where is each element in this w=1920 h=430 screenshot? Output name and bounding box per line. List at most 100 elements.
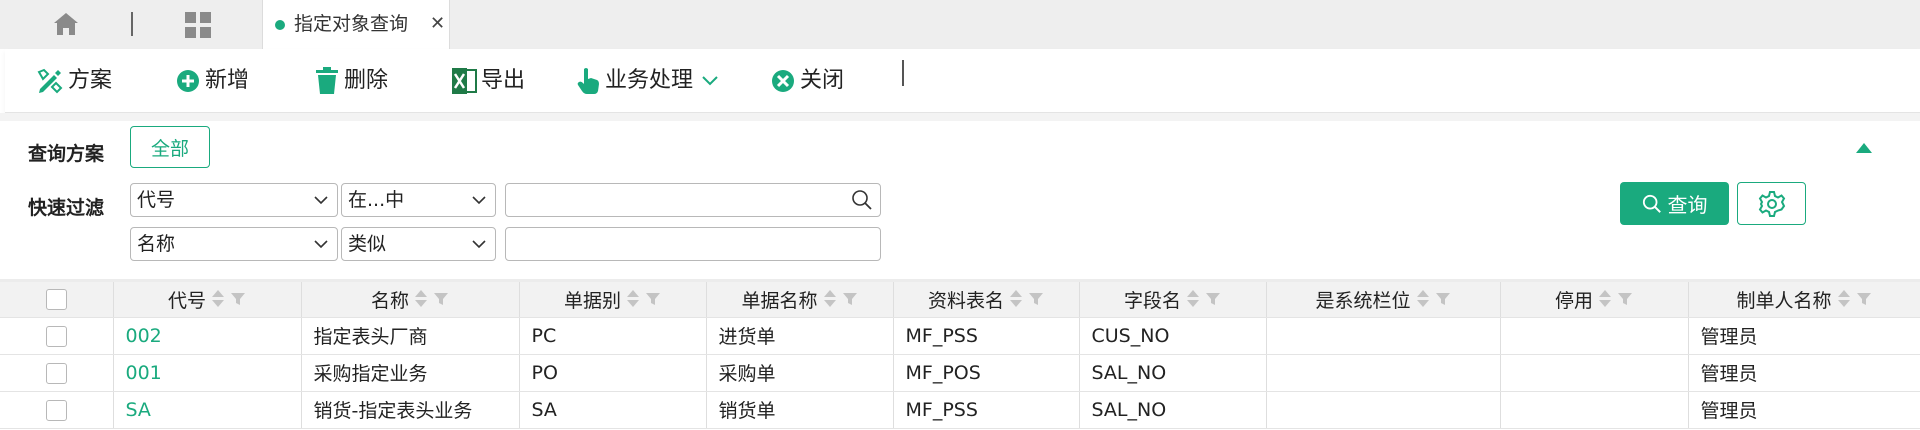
data-table: 代号 名称 单据别 单据名称 资料表名 字段名 是系统栏位 停用 制单人名称 0… [0,282,1920,429]
plan-button[interactable]: 方案 [36,65,112,97]
filter-funnel-icon[interactable] [1028,291,1044,307]
export-label: 导出 [481,68,526,93]
business-menu-button[interactable]: 业务处理 [577,65,719,97]
filter-field-select-2[interactable]: 名称 [130,227,338,261]
cell-system-field [1266,391,1501,429]
col-header-field-name[interactable]: 字段名 [1079,282,1267,318]
cell-doc-name: 进货单 [706,317,894,355]
plan-label: 方案 [68,68,113,93]
cell-code[interactable]: SA [113,391,302,429]
filter-funnel-icon[interactable] [433,291,449,307]
quick-filter-label: 快速过滤 [28,197,105,219]
chevron-down-icon [472,196,486,205]
cell-system-field [1266,317,1501,355]
filter-funnel-icon[interactable] [645,291,661,307]
query-label: 查询 [1667,193,1708,217]
col-header-label: 制单人名称 [1736,289,1832,312]
home-icon[interactable] [52,11,80,37]
filter-funnel-icon[interactable] [842,291,858,307]
col-header-label: 是系统栏位 [1315,289,1411,312]
tab-bar: 指定对象查询 ✕ [0,0,1920,49]
cell-name: 销货-指定表头业务 [301,391,520,429]
add-label: 新增 [205,68,250,93]
sort-icon[interactable] [212,290,224,308]
sort-icon[interactable] [1010,290,1022,308]
delete-button[interactable]: 删除 [314,65,388,97]
delete-label: 删除 [344,68,389,93]
col-header-doc-type[interactable]: 单据别 [519,282,707,318]
toolbar-divider [902,60,904,86]
filter-funnel-icon[interactable] [1435,291,1451,307]
filter-operator-value-2: 类似 [348,233,387,255]
filter-funnel-icon[interactable] [1205,291,1221,307]
close-button[interactable]: 关闭 [770,65,844,97]
cell-creator: 管理员 [1688,354,1920,392]
select-all-checkbox[interactable] [45,289,67,311]
sort-icon[interactable] [1187,290,1199,308]
settings-button[interactable] [1737,182,1806,225]
sort-icon[interactable] [1837,290,1850,308]
sort-icon[interactable] [1416,290,1429,308]
cell-field-name: SAL_NO [1079,391,1267,429]
cell-doc-type: PO [519,354,707,392]
tab-separator [131,12,133,36]
chevron-down-icon [472,240,486,249]
filter-field-select-1[interactable]: 代号 [130,183,338,217]
col-header-table-name[interactable]: 资料表名 [893,282,1080,318]
pencil-ruler-icon [37,68,63,94]
filter-operator-select-2[interactable]: 类似 [341,227,496,261]
section-gap [0,113,1920,121]
query-button[interactable]: 查询 [1620,182,1729,225]
add-button[interactable]: 新增 [175,65,249,97]
sort-icon[interactable] [415,290,427,308]
gear-icon [1758,190,1785,217]
filter-funnel-icon[interactable] [1617,291,1633,307]
col-header-label: 停用 [1554,289,1593,312]
row-select-cell[interactable] [0,391,114,429]
cell-code[interactable]: 002 [113,317,302,355]
col-header-doc-name[interactable]: 单据名称 [706,282,894,318]
select-all-cell[interactable] [0,282,114,318]
filter-panel: 查询方案 全部 快速过滤 代号 在...中 名称 类似 查询 [5,121,1920,279]
filter-value-input-2[interactable] [505,227,881,261]
table-row[interactable]: 001 采购指定业务 PO 采购单 MF_POS SAL_NO 管理员 [0,354,1920,392]
row-select-cell[interactable] [0,317,114,355]
row-checkbox[interactable] [45,362,67,384]
table-row[interactable]: SA 销货-指定表头业务 SA 销货单 MF_PSS SAL_NO 管理员 [0,391,1920,429]
row-select-cell[interactable] [0,354,114,392]
cell-code[interactable]: 001 [113,354,302,392]
filter-operator-select-1[interactable]: 在...中 [341,183,496,217]
filter-funnel-icon[interactable] [230,291,246,307]
col-header-label: 字段名 [1123,289,1181,312]
grid-icon[interactable] [184,11,212,39]
filter-operator-value-1: 在...中 [348,189,405,211]
sort-icon[interactable] [627,290,639,308]
filter-field-value-2: 名称 [137,233,176,255]
row-checkbox[interactable] [45,325,67,347]
tab-close-icon[interactable]: ✕ [430,11,445,37]
sort-icon[interactable] [823,290,836,308]
tab-object-query[interactable]: 指定对象查询 ✕ [262,0,450,49]
table-row[interactable]: 002 指定表头厂商 PC 进货单 MF_PSS CUS_NO 管理员 [0,317,1920,355]
row-checkbox[interactable] [45,399,67,421]
filter-value-input-1[interactable] [505,183,881,217]
hand-pointer-icon [577,68,599,94]
sort-icon[interactable] [1599,290,1611,308]
filter-funnel-icon[interactable] [1856,291,1872,307]
chevron-down-icon [702,76,718,86]
cell-field-name: SAL_NO [1079,354,1267,392]
col-header-system-field[interactable]: 是系统栏位 [1266,282,1501,318]
col-header-code[interactable]: 代号 [113,282,302,318]
col-header-label: 代号 [167,289,206,312]
col-header-disabled[interactable]: 停用 [1500,282,1689,318]
chevron-down-icon [314,196,328,205]
export-button[interactable]: 导出 [451,65,525,97]
table-header-row: 代号 名称 单据别 单据名称 资料表名 字段名 是系统栏位 停用 制单人名称 [0,282,1920,318]
col-header-creator[interactable]: 制单人名称 [1688,282,1920,318]
cell-creator: 管理员 [1688,317,1920,355]
cell-disabled [1500,354,1689,392]
collapse-up-icon[interactable] [1856,143,1872,153]
search-icon[interactable] [851,189,873,211]
col-header-name[interactable]: 名称 [301,282,520,318]
all-scheme-button[interactable]: 全部 [130,126,210,168]
